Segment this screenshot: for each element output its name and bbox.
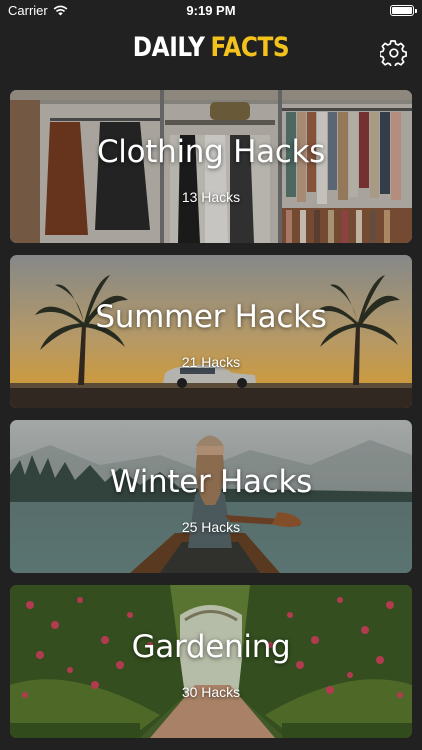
app-title-daily: DAILY [132, 32, 205, 63]
status-time: 9:19 PM [186, 3, 236, 18]
category-title: Gardening [131, 629, 291, 665]
category-count: 21 Hacks [181, 354, 241, 370]
category-card-clothing[interactable]: Clothing Hacks 13 Hacks [10, 90, 412, 243]
status-bar: Carrier 9:19 PM [0, 0, 422, 22]
category-count: 13 Hacks [181, 189, 241, 205]
category-title: Clothing Hacks [96, 134, 326, 170]
category-card-gardening[interactable]: Gardening 30 Hacks [10, 585, 412, 738]
category-count: 25 Hacks [181, 519, 241, 535]
category-title: Summer Hacks [95, 299, 327, 335]
category-card-summer[interactable]: Summer Hacks 21 Hacks [10, 255, 412, 408]
battery-icon [390, 5, 417, 16]
category-count: 30 Hacks [181, 684, 241, 700]
app-title: DAILY FACTS [30, 32, 393, 63]
app-title-facts: FACTS [210, 32, 290, 63]
category-list: Clothing Hacks 13 Hacks Summer Hacks 21 … [10, 90, 412, 750]
app-header: DAILY FACTS [0, 22, 422, 86]
category-card-winter[interactable]: Winter Hacks 25 Hacks [10, 420, 412, 573]
settings-button[interactable] [379, 38, 408, 69]
gear-icon [379, 40, 407, 69]
category-title: Winter Hacks [110, 464, 312, 500]
